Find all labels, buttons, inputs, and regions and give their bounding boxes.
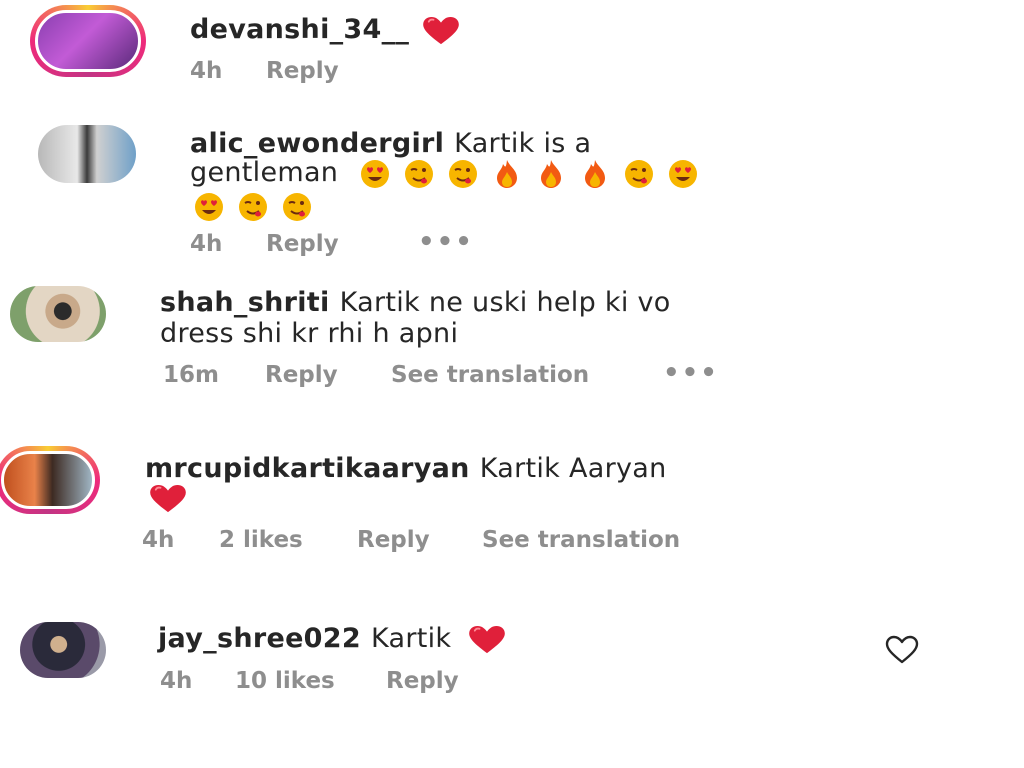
- red-heart-icon: [465, 625, 509, 655]
- comments-panel: devanshi_34__ 4h Reply alic_ewondergirl K…: [0, 0, 1024, 768]
- reply-button[interactable]: Reply: [386, 668, 459, 694]
- comment-time: 4h: [160, 668, 193, 694]
- avatar[interactable]: [20, 622, 106, 678]
- heart-outline-icon[interactable]: [884, 634, 920, 666]
- likes-count[interactable]: 10 likes: [235, 668, 335, 694]
- comment-text: Kartik: [370, 623, 452, 654]
- comment-item: jay_shree022 Kartik 4h 10 likes Reply: [0, 0, 1024, 710]
- comment-username[interactable]: jay_shree022: [158, 623, 361, 654]
